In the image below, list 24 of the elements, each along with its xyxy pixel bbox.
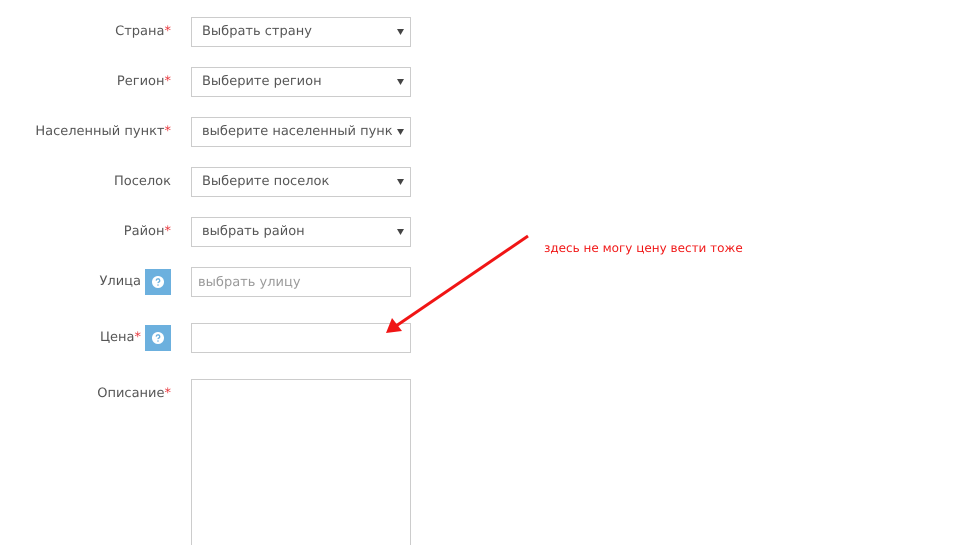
description-field[interactable] <box>191 379 411 545</box>
field-label: Район* <box>124 223 171 242</box>
help-icon[interactable] <box>145 269 171 295</box>
select-field[interactable]: Выбрать страну <box>191 17 411 47</box>
caret-icon <box>397 29 404 35</box>
select-field[interactable]: Выберите поселок <box>191 167 411 197</box>
caret-icon <box>397 179 404 185</box>
field-label: Улица <box>100 273 141 292</box>
select-field[interactable]: выберите населенный пунк <box>191 117 411 147</box>
field-label: Страна* <box>115 23 171 42</box>
select-field[interactable]: Выберите регион <box>191 67 411 97</box>
text-field[interactable] <box>191 323 411 353</box>
select-field[interactable]: выбрать район <box>191 217 411 247</box>
field-label: Описание* <box>97 385 171 404</box>
field-label: Поселок <box>114 173 171 192</box>
field-label: Населенный пункт* <box>35 123 171 142</box>
field-label: Цена* <box>100 329 141 348</box>
caret-icon <box>397 229 404 235</box>
annotation-text: здесь не могу цену вести тоже <box>544 240 743 257</box>
caret-icon <box>397 79 404 85</box>
caret-icon <box>397 129 404 135</box>
field-label: Регион* <box>116 73 171 92</box>
help-icon[interactable] <box>145 325 171 351</box>
text-field[interactable]: выбрать улицу <box>191 267 411 297</box>
